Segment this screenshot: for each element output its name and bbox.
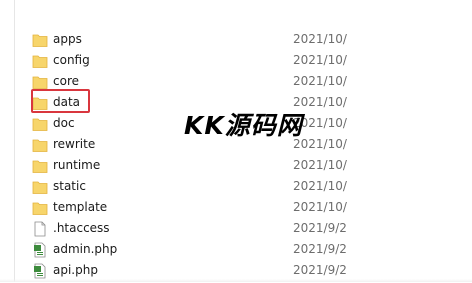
file-date: 2021/10/ (293, 32, 347, 46)
file-date: 2021/10/ (293, 179, 347, 193)
file-name: api.php (53, 263, 98, 277)
highlight-box (31, 89, 90, 113)
folder-icon (32, 53, 48, 69)
file-date: 2021/9/2 (293, 263, 347, 277)
php-file-icon (32, 242, 48, 258)
file-name: template (53, 200, 108, 214)
folder-icon (32, 32, 48, 48)
blank-file-icon (32, 221, 48, 237)
file-name: apps (53, 32, 82, 46)
folder-icon (32, 116, 48, 132)
file-name: doc (53, 116, 75, 130)
file-date: 2021/9/2 (293, 221, 347, 235)
file-date: 2021/10/ (293, 158, 347, 172)
file-name: .htaccess (53, 221, 110, 235)
folder-icon (32, 158, 48, 174)
folder-icon (32, 74, 48, 90)
navigation-pane (0, 0, 14, 282)
file-name: config (53, 53, 90, 67)
folder-icon (32, 200, 48, 216)
file-row-admin-php[interactable]: admin.php 2021/9/2 (15, 239, 472, 260)
file-name: rewrite (53, 137, 96, 151)
file-row-static[interactable]: static 2021/10/ (15, 176, 472, 197)
file-row-config[interactable]: config 2021/10/ (15, 50, 472, 71)
watermark: KK源码网 (184, 111, 303, 140)
file-row-apps[interactable]: apps 2021/10/ (15, 29, 472, 50)
folder-icon (32, 179, 48, 195)
file-row-api-php[interactable]: api.php 2021/9/2 (15, 260, 472, 281)
folder-icon (32, 137, 48, 153)
file-date: 2021/10/ (293, 200, 347, 214)
file-name: runtime (53, 158, 101, 172)
file-row-runtime[interactable]: runtime 2021/10/ (15, 155, 472, 176)
file-name: static (53, 179, 86, 193)
file-row-htaccess[interactable]: .htaccess 2021/9/2 (15, 218, 472, 239)
file-date: 2021/9/2 (293, 242, 347, 256)
file-row-template[interactable]: template 2021/10/ (15, 197, 472, 218)
file-date: 2021/10/ (293, 53, 347, 67)
file-date: 2021/10/ (293, 74, 347, 88)
php-file-icon (32, 263, 48, 279)
file-name: admin.php (53, 242, 118, 256)
